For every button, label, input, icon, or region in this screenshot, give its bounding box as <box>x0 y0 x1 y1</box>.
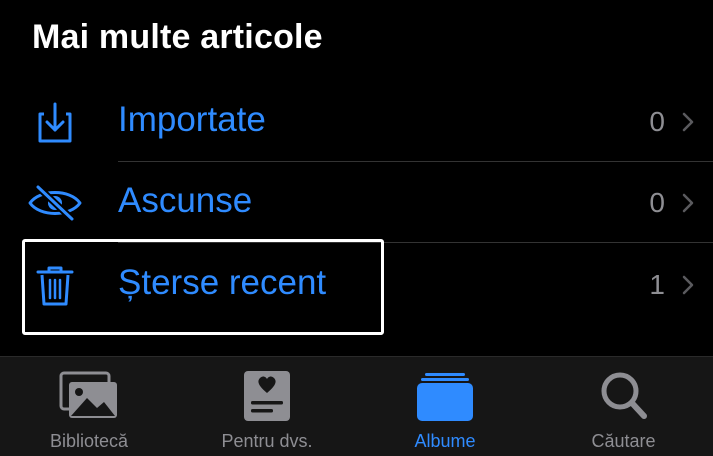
row-divider <box>118 161 713 162</box>
album-row-count: 0 <box>649 106 665 137</box>
tab-albums[interactable]: Albume <box>356 357 534 456</box>
tab-bar: Bibliotecă Pentru dvs. Albume Căutare <box>0 356 713 456</box>
album-row-label: Importate <box>118 100 266 139</box>
import-icon <box>38 102 72 143</box>
tab-library[interactable]: Bibliotecă <box>0 357 178 456</box>
chevron-right-icon <box>682 275 694 295</box>
section-title: Mai multe articole <box>32 18 323 56</box>
album-row-count: 0 <box>649 187 665 218</box>
eye-slash-icon <box>28 183 82 223</box>
for-you-icon <box>244 371 290 421</box>
album-row-imported[interactable]: Importate 0 <box>0 82 713 162</box>
tab-label: Căutare <box>591 431 656 451</box>
tab-search[interactable]: Căutare <box>534 357 713 456</box>
chevron-right-icon <box>682 193 694 213</box>
albums-icon <box>417 373 473 421</box>
tab-label: Albume <box>414 431 476 451</box>
highlight-box <box>22 239 384 335</box>
tab-for-you[interactable]: Pentru dvs. <box>178 357 356 456</box>
chevron-right-icon <box>682 112 694 132</box>
album-row-label: Ascunse <box>118 181 253 220</box>
album-row-hidden[interactable]: Ascunse 0 <box>0 163 713 243</box>
tab-label: Bibliotecă <box>49 431 129 451</box>
tab-label: Pentru dvs. <box>221 431 313 451</box>
search-icon <box>601 372 647 419</box>
album-row-count: 1 <box>649 269 665 300</box>
photos-library-icon <box>59 371 117 418</box>
